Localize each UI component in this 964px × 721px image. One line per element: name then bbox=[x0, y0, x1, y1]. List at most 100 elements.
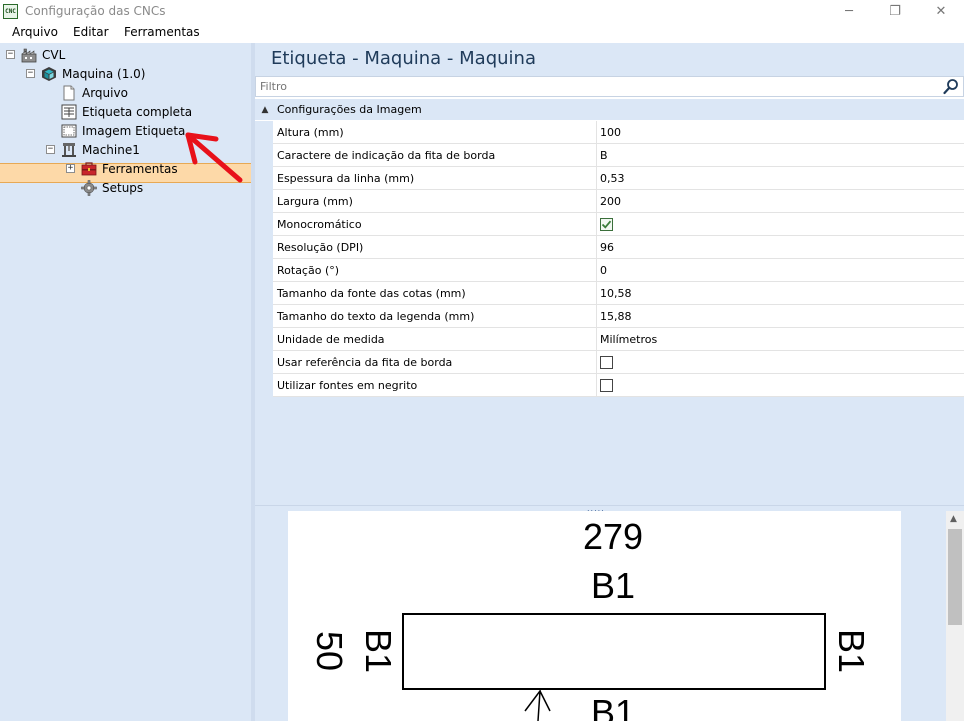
filter-input[interactable] bbox=[260, 79, 930, 94]
property-value[interactable]: 15,88 bbox=[600, 310, 632, 323]
maximize-button[interactable]: ❐ bbox=[872, 0, 918, 23]
preview-dimension-left: 50 bbox=[309, 631, 350, 671]
property-row[interactable]: Utilizar fontes em negrito bbox=[255, 374, 964, 397]
property-value[interactable]: 10,58 bbox=[600, 287, 632, 300]
category-configuracoes-imagem[interactable]: ▲ Configurações da Imagem bbox=[255, 99, 964, 120]
property-value[interactable]: 96 bbox=[600, 241, 614, 254]
property-divider bbox=[596, 351, 597, 374]
tree-item-imagem-etiqueta[interactable]: Imagem Etiqueta bbox=[61, 121, 187, 140]
content-header: Etiqueta - Maquina - Maquina bbox=[255, 43, 964, 76]
property-divider bbox=[596, 374, 597, 397]
property-margin bbox=[255, 351, 273, 374]
property-value[interactable]: 0,53 bbox=[600, 172, 625, 185]
property-row[interactable]: Altura (mm) 100 bbox=[255, 121, 964, 144]
toolbox-icon bbox=[81, 161, 97, 177]
tree-item-setups[interactable]: Setups bbox=[81, 178, 145, 197]
property-margin bbox=[255, 121, 273, 144]
expand-toggle-ferramentas[interactable]: + bbox=[66, 164, 75, 173]
tree-item-machine1[interactable]: Machine1 bbox=[61, 140, 142, 159]
property-name: Resolução (DPI) bbox=[277, 241, 364, 254]
property-row[interactable]: Tamanho do texto da legenda (mm) 15,88 bbox=[255, 305, 964, 328]
property-grid-empty-area bbox=[255, 397, 964, 505]
property-value[interactable]: 200 bbox=[600, 195, 621, 208]
close-button[interactable]: ✕ bbox=[918, 0, 964, 23]
property-row[interactable]: Monocromático bbox=[255, 213, 964, 236]
property-row[interactable]: Caractere de indicação da fita de borda … bbox=[255, 144, 964, 167]
tree-item-ferramentas[interactable]: Ferramentas bbox=[81, 159, 180, 178]
property-name: Tamanho da fonte das cotas (mm) bbox=[277, 287, 466, 300]
property-name: Tamanho do texto da legenda (mm) bbox=[277, 310, 475, 323]
property-divider bbox=[596, 236, 597, 259]
property-value[interactable]: 0 bbox=[600, 264, 607, 277]
preview-scrollbar[interactable]: ▲ bbox=[946, 511, 964, 721]
label-preview-drawing: 279 B1 50 B1 B1 B1 bbox=[309, 516, 872, 721]
tree-item-cvl[interactable]: CVL bbox=[21, 45, 67, 64]
title-bar: CNC Configuração das CNCs ─ ❐ ✕ bbox=[0, 0, 964, 23]
gear-icon bbox=[81, 179, 97, 196]
filter-box bbox=[255, 76, 964, 97]
menu-arquivo[interactable]: Arquivo bbox=[12, 25, 58, 39]
property-margin bbox=[255, 213, 273, 236]
property-row[interactable]: Espessura da linha (mm) 0,53 bbox=[255, 167, 964, 190]
tree-label-setups: Setups bbox=[102, 180, 144, 195]
tree-item-etiqueta-completa[interactable]: Etiqueta completa bbox=[61, 102, 194, 121]
property-name: Monocromático bbox=[277, 218, 362, 231]
preview-edge-bottom: B1 bbox=[591, 692, 635, 721]
property-row[interactable]: Rotação (°) 0 bbox=[255, 259, 964, 282]
menu-editar[interactable]: Editar bbox=[73, 25, 109, 39]
preview-grain-arrow bbox=[524, 688, 551, 721]
property-divider bbox=[596, 328, 597, 351]
tree-item-maquina[interactable]: Maquina (1.0) bbox=[41, 64, 147, 83]
property-row[interactable]: Resolução (DPI) 96 bbox=[255, 236, 964, 259]
red-arrow-icon bbox=[185, 132, 243, 183]
collapse-chevron-icon[interactable]: ▲ bbox=[257, 105, 273, 115]
property-value[interactable]: Milímetros bbox=[600, 333, 657, 346]
collapse-toggle-cvl[interactable]: − bbox=[6, 50, 15, 59]
collapse-toggle-machine1[interactable]: − bbox=[46, 145, 55, 154]
property-margin bbox=[255, 190, 273, 213]
property-row[interactable]: Unidade de medida Milímetros bbox=[255, 328, 964, 351]
property-divider bbox=[596, 167, 597, 190]
property-name: Altura (mm) bbox=[277, 126, 344, 139]
factory-icon bbox=[21, 47, 37, 63]
tree-panel: − CVL − Maquina (1.0) Arquivo Etiqueta c… bbox=[0, 43, 251, 721]
property-divider bbox=[596, 259, 597, 282]
monocromatico-checkbox[interactable] bbox=[600, 218, 613, 231]
tree-item-arquivo[interactable]: Arquivo bbox=[61, 83, 130, 102]
menu-bar: Arquivo Editar Ferramentas bbox=[0, 23, 964, 43]
property-name: Largura (mm) bbox=[277, 195, 353, 208]
tree-label-cvl: CVL bbox=[42, 47, 66, 62]
property-value[interactable]: B bbox=[600, 149, 608, 162]
usar-referencia-checkbox[interactable] bbox=[600, 356, 613, 369]
tree-label-imagem-etiqueta: Imagem Etiqueta bbox=[82, 123, 186, 138]
property-value[interactable]: 100 bbox=[600, 126, 621, 139]
scroll-up-arrow-icon[interactable]: ▲ bbox=[950, 514, 957, 524]
property-margin bbox=[255, 236, 273, 259]
label-image-icon bbox=[61, 123, 77, 139]
search-icon[interactable] bbox=[943, 78, 959, 95]
property-row[interactable]: Largura (mm) 200 bbox=[255, 190, 964, 213]
preview-dimension-top: 279 bbox=[583, 516, 643, 557]
property-divider bbox=[596, 305, 597, 328]
property-margin bbox=[255, 282, 273, 305]
label-grid-icon bbox=[61, 104, 77, 120]
property-name: Utilizar fontes em negrito bbox=[277, 379, 418, 392]
label-preview-area: 279 B1 50 B1 B1 B1 bbox=[255, 511, 964, 721]
property-divider bbox=[596, 190, 597, 213]
cnc-app-icon: CNC bbox=[3, 4, 18, 19]
cnc-machine-icon bbox=[61, 142, 77, 158]
fontes-negrito-checkbox[interactable] bbox=[600, 379, 613, 392]
property-row[interactable]: Usar referência da fita de borda bbox=[255, 351, 964, 374]
check-icon bbox=[601, 220, 612, 229]
scroll-thumb[interactable] bbox=[948, 529, 962, 625]
preview-edge-right: B1 bbox=[831, 629, 872, 673]
tree-label-maquina: Maquina (1.0) bbox=[62, 66, 146, 81]
property-row[interactable]: Tamanho da fonte das cotas (mm) 10,58 bbox=[255, 282, 964, 305]
collapse-toggle-maquina[interactable]: − bbox=[26, 69, 35, 78]
property-name: Unidade de medida bbox=[277, 333, 385, 346]
menu-ferramentas[interactable]: Ferramentas bbox=[124, 25, 200, 39]
minimize-button[interactable]: ─ bbox=[826, 0, 872, 23]
tree-label-ferramentas: Ferramentas bbox=[102, 161, 178, 176]
preview-edge-top: B1 bbox=[591, 565, 635, 606]
window-title: Configuração das CNCs bbox=[25, 4, 166, 18]
